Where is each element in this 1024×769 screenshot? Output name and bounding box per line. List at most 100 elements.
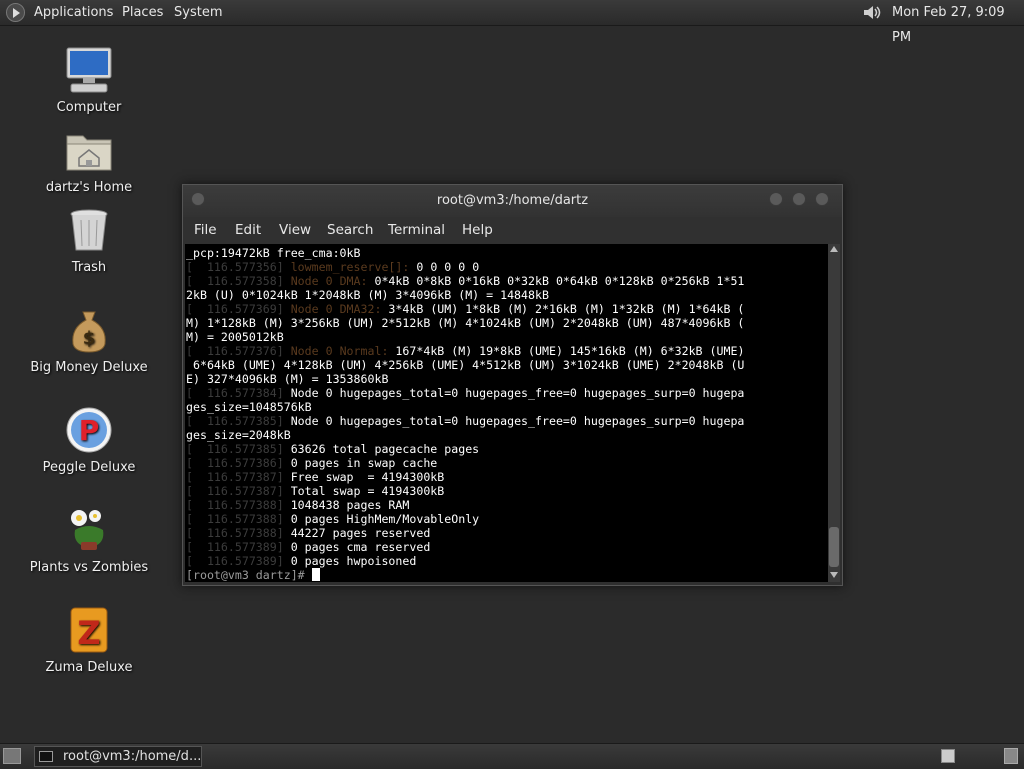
log-text: 0 pages hwpoisoned <box>290 554 417 568</box>
log-text: Free swap = 4194300kB <box>290 470 445 484</box>
terminal-titlebar[interactable]: root@vm3:/home/dartz <box>183 185 842 217</box>
scroll-down-arrow-icon[interactable] <box>830 572 838 578</box>
menu-edit[interactable]: Edit <box>235 222 261 238</box>
terminal-line: _pcp:19472kB free_cma:0kB <box>186 246 744 260</box>
home-folder-icon <box>66 135 112 171</box>
money-bag-icon: $ <box>72 311 106 353</box>
log-timestamp: [ 116.577384] <box>186 386 291 400</box>
svg-text:Z: Z <box>77 614 100 652</box>
terminal-line: [ 116.577387] Total swap = 4194300kB <box>186 484 744 498</box>
terminal-line: [ 116.577388] 0 pages HighMem/MovableOnl… <box>186 512 744 526</box>
terminal-line: [ 116.577386] 0 pages in swap cache <box>186 456 744 470</box>
desktop-icon-label: Peggle Deluxe <box>42 460 136 475</box>
scroll-up-arrow-icon[interactable] <box>830 246 838 252</box>
applications-menu[interactable]: Applications <box>34 0 113 25</box>
show-desktop-icon[interactable] <box>3 748 21 764</box>
terminal-line: M) = 2005012kB <box>186 330 744 344</box>
log-timestamp: [ 116.577376] <box>186 344 291 358</box>
desktop-icon-label: Trash <box>71 260 107 275</box>
log-text: 0 pages cma reserved <box>290 540 431 554</box>
menu-search[interactable]: Search <box>327 222 373 238</box>
terminal-screen[interactable]: _pcp:19472kB free_cma:0kB[ 116.577356] l… <box>185 244 828 582</box>
speaker-icon[interactable] <box>862 4 884 21</box>
log-text: 0 pages HighMem/MovableOnly <box>290 512 480 526</box>
plants-icon <box>71 510 104 550</box>
log-timestamp: [ 116.577369] <box>186 302 291 316</box>
trash-icon <box>70 209 108 251</box>
desktop-icon-zuma[interactable]: Z Zuma Deluxe <box>14 606 164 675</box>
taskbar-terminal-button[interactable]: root@vm3:/home/d... <box>34 746 202 767</box>
log-text: 0*4kB 0*8kB 0*16kB 0*32kB 0*64kB 0*128kB… <box>367 274 745 288</box>
desktop-icon-label: Zuma Deluxe <box>45 660 133 675</box>
log-timestamp: [ 116.577389] <box>186 554 291 568</box>
terminal-window[interactable]: root@vm3:/home/dartz File Edit View Sear… <box>182 184 843 586</box>
terminal-output: _pcp:19472kB free_cma:0kB[ 116.577356] l… <box>186 246 744 582</box>
terminal-scrollbar[interactable] <box>828 244 840 582</box>
log-prefix: Node 0 DMA: <box>290 274 368 288</box>
svg-text:P: P <box>79 414 100 447</box>
log-text: M) 1*128kB (M) 3*256kB (UM) 2*512kB (M) … <box>186 316 745 330</box>
log-timestamp: [ 116.577388] <box>186 498 291 512</box>
computer-icon <box>66 47 112 93</box>
desktop-icon-label: Big Money Deluxe <box>30 360 148 375</box>
workspace-switcher[interactable] <box>941 749 955 763</box>
menu-terminal[interactable]: Terminal <box>388 222 445 238</box>
maximize-button[interactable] <box>792 192 806 206</box>
terminal-line: ges_size=2048kB <box>186 428 744 442</box>
desktop-icon-label: dartz's Home <box>45 180 133 195</box>
terminal-line: [ 116.577384] Node 0 hugepages_total=0 h… <box>186 386 744 400</box>
terminal-line: [ 116.577387] Free swap = 4194300kB <box>186 470 744 484</box>
log-timestamp: [ 116.577388] <box>186 512 291 526</box>
menu-file[interactable]: File <box>194 222 217 238</box>
terminal-line: [ 116.577356] lowmem_reserve[]: 0 0 0 0 … <box>186 260 744 274</box>
log-prefix: Node 0 Normal: <box>290 344 389 358</box>
scrollbar-thumb[interactable] <box>829 527 839 567</box>
shell-prompt-line[interactable]: [root@vm3 dartz]# <box>186 568 744 582</box>
gnome-foot-icon[interactable] <box>6 3 25 22</box>
log-text: 0 0 0 0 0 <box>409 260 480 274</box>
desktop-icon-computer[interactable]: Computer <box>14 46 164 115</box>
log-text: Node 0 hugepages_total=0 hugepages_free=… <box>290 414 745 428</box>
log-text: 63626 total pagecache pages <box>290 442 480 456</box>
log-text: 1048438 pages RAM <box>290 498 410 512</box>
log-timestamp: [ 116.577387] <box>186 470 291 484</box>
trash-applet-icon[interactable] <box>1004 748 1018 764</box>
log-text: ges_size=2048kB <box>186 428 291 442</box>
log-text: Total swap = 4194300kB <box>290 484 445 498</box>
terminal-line: [ 116.577388] 44227 pages reserved <box>186 526 744 540</box>
log-text: 44227 pages reserved <box>290 526 431 540</box>
desktop-icon-trash[interactable]: Trash <box>14 206 164 275</box>
log-text: 0 pages in swap cache <box>290 456 438 470</box>
desktop-icon-peggle[interactable]: P Peggle Deluxe <box>14 406 164 475</box>
shell-prompt: [root@vm3 dartz]# <box>186 568 312 582</box>
log-prefix: lowmem_reserve[]: <box>290 260 410 274</box>
desktop-icon-big-money[interactable]: $ Big Money Deluxe <box>14 306 164 375</box>
top-panel: Applications Places System Mon Feb 27, 9… <box>0 0 1024 45</box>
log-timestamp: [ 116.577386] <box>186 456 291 470</box>
terminal-line: [ 116.577385] 63626 total pagecache page… <box>186 442 744 456</box>
terminal-menubar: File Edit View Search Terminal Help <box>183 217 842 244</box>
clock[interactable]: Mon Feb 27, 9:09 PM <box>892 0 1024 45</box>
minimize-button[interactable] <box>769 192 783 206</box>
system-menu[interactable]: System <box>174 0 222 25</box>
menu-view[interactable]: View <box>279 222 311 238</box>
log-prefix: Node 0 DMA32: <box>290 302 382 316</box>
text-cursor <box>311 568 320 581</box>
menu-help[interactable]: Help <box>462 222 493 238</box>
log-timestamp: [ 116.577358] <box>186 274 291 288</box>
log-timestamp: [ 116.577385] <box>186 442 291 456</box>
terminal-line: 2kB (U) 0*1024kB 1*2048kB (M) 3*4096kB (… <box>186 288 744 302</box>
log-timestamp: [ 116.577389] <box>186 540 291 554</box>
peggle-icon: P <box>66 407 112 453</box>
taskbar-label: root@vm3:/home/d... <box>63 749 202 764</box>
desktop-icon-plants-vs-zombies[interactable]: Plants vs Zombies <box>14 506 164 575</box>
log-text: E) 327*4096kB (M) = 1353860kB <box>186 372 389 386</box>
log-timestamp: [ 116.577385] <box>186 414 291 428</box>
log-timestamp: [ 116.577387] <box>186 484 291 498</box>
bottom-panel: root@vm3:/home/d... <box>0 743 1024 769</box>
log-timestamp: [ 116.577388] <box>186 526 291 540</box>
places-menu[interactable]: Places <box>122 0 163 25</box>
log-text: Node 0 hugepages_total=0 hugepages_free=… <box>290 386 745 400</box>
close-button[interactable] <box>815 192 829 206</box>
desktop-icon-home[interactable]: dartz's Home <box>14 126 164 195</box>
